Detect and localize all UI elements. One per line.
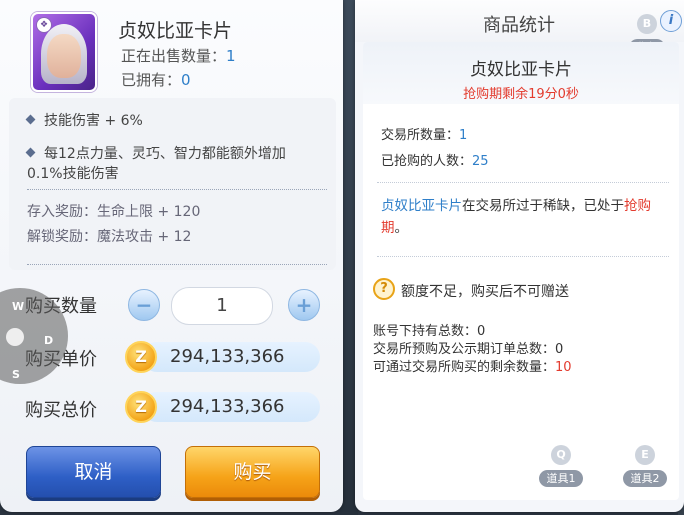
quota-warning: 额度不足，购买后不可赠送 <box>401 284 569 300</box>
deposit-reward: 存入奖励：生命上限 + 120 <box>27 204 201 220</box>
owned-value: 0 <box>181 71 191 89</box>
card-type-icon: ❖ <box>36 17 52 33</box>
exchange-quantity-label: 交易所数量： <box>381 128 460 143</box>
zeny-coin-icon: Z <box>125 391 157 423</box>
effect-line: 每12点力量、灵巧、智力都能额外增加 <box>25 143 286 163</box>
card-thumbnail: ❖ <box>31 12 97 92</box>
item1-label[interactable]: 道具1 <box>539 470 583 487</box>
card-portrait-face <box>47 34 81 78</box>
decrease-quantity-button[interactable]: − <box>128 289 160 321</box>
scarcity-item-name: 贞奴比亚卡片 <box>381 198 462 214</box>
unlock-reward: 解锁奖励：魔法攻击 + 12 <box>27 229 192 245</box>
on-sale-label: 正在出售数量： <box>121 47 227 65</box>
scarcity-text: 在交易所过于稀缺，已处于 <box>462 198 624 214</box>
scarcity-notice: 贞奴比亚卡片在交易所过于稀缺，已处于抢购期。 <box>381 195 673 239</box>
purchase-panel: ❖ 贞奴比亚卡片 正在出售数量：1 已拥有：0 技能伤害 + 6% 每12点力量… <box>0 0 343 512</box>
item2-key-icon[interactable]: E <box>635 445 655 465</box>
cancel-button[interactable]: 取消 <box>26 446 161 498</box>
on-sale-count: 正在出售数量：1 <box>121 45 236 66</box>
card-effects-box[interactable]: 技能伤害 + 6% 每12点力量、灵巧、智力都能额外增加 0.1%技能伤害 存入… <box>9 98 336 270</box>
effect-text: 每12点力量、灵巧、智力都能额外增加 <box>44 146 286 162</box>
panel-title: 商品统计 <box>483 15 555 36</box>
owned-count: 已拥有：0 <box>121 69 191 90</box>
unit-price-value: 294,133,366 <box>142 342 320 372</box>
divider <box>27 189 327 190</box>
total-price-value: 294,133,366 <box>142 392 320 422</box>
grabbed-count-value: 25 <box>472 154 489 169</box>
joystick-key-w: W <box>12 300 25 313</box>
bullet-diamond-icon <box>25 114 36 125</box>
owned-label: 已拥有： <box>121 71 182 89</box>
question-icon[interactable]: ? <box>373 278 395 300</box>
preorder-total: 交易所预购及公示期订单总数：0 <box>373 342 564 357</box>
stats-card-name: 贞奴比亚卡片 <box>470 60 572 80</box>
item2-label[interactable]: 道具2 <box>623 470 667 487</box>
exchange-quantity-value: 1 <box>459 128 468 143</box>
flash-sale-timer: 抢购期剩余19分0秒 <box>463 87 579 102</box>
bag-key-icon[interactable]: B <box>637 14 657 34</box>
scarcity-end: 。 <box>394 220 409 236</box>
effect-line: 技能伤害 + 6% <box>25 110 143 130</box>
remaining-quantity-value: 10 <box>555 360 572 375</box>
item1-key-icon[interactable]: Q <box>551 445 571 465</box>
zeny-coin-icon: Z <box>125 341 157 373</box>
grabbed-count: 已抢购的人数：25 <box>381 150 489 169</box>
quantity-input[interactable]: 1 <box>171 287 273 325</box>
joystick-knob[interactable] <box>6 328 24 346</box>
increase-quantity-button[interactable]: + <box>288 289 320 321</box>
divider <box>377 182 669 183</box>
total-price-label: 购买总价 <box>25 400 97 421</box>
joystick-key-s: S <box>12 368 20 381</box>
joystick-key-d: D <box>44 334 54 347</box>
remaining-quantity-label: 可通过交易所购买的剩余数量： <box>373 360 556 375</box>
info-icon[interactable]: i <box>660 10 682 32</box>
remaining-quantity: 可通过交易所购买的剩余数量：10 <box>373 356 572 375</box>
effect-line-continued: 0.1%技能伤害 <box>27 166 119 182</box>
item-statistics-panel: 商品统计 B 背包 i 贞奴比亚卡片 抢购期剩余19分0秒 交易所数量：1 已抢… <box>355 0 684 512</box>
divider <box>377 256 669 257</box>
on-sale-value: 1 <box>226 47 236 65</box>
exchange-quantity: 交易所数量：1 <box>381 124 467 143</box>
buy-button[interactable]: 购买 <box>185 446 320 498</box>
account-total: 账号下持有总数：0 <box>373 324 486 339</box>
grabbed-count-label: 已抢购的人数： <box>381 154 473 169</box>
divider <box>27 264 327 265</box>
stats-card: 贞奴比亚卡片 抢购期剩余19分0秒 交易所数量：1 已抢购的人数：25 贞奴比亚… <box>363 42 679 500</box>
card-name: 贞奴比亚卡片 <box>118 20 233 42</box>
effect-text: 技能伤害 + 6% <box>44 113 143 129</box>
bullet-diamond-icon <box>25 147 36 158</box>
